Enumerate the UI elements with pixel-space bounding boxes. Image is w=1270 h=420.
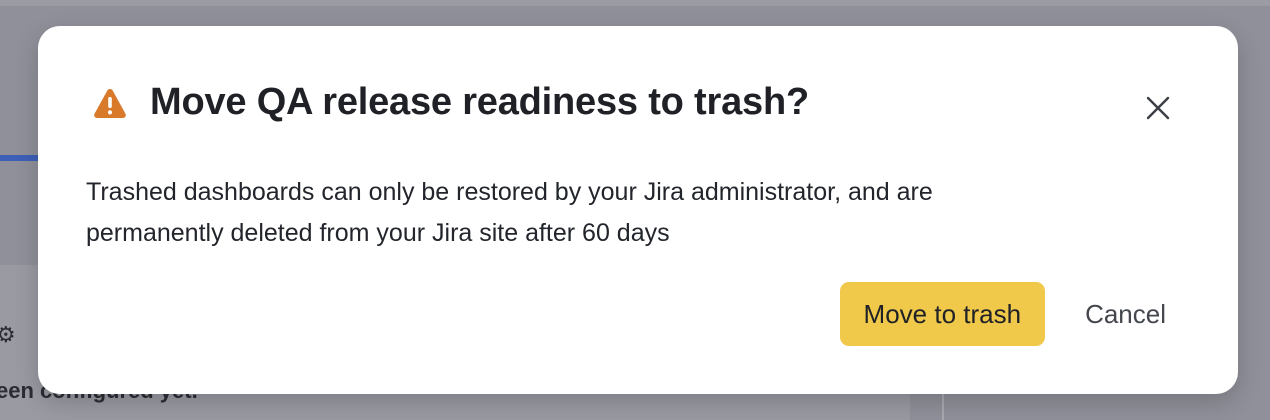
background-header-strip	[0, 0, 1270, 6]
page-backdrop: ⚙ een configured yet. Move QA release re…	[0, 0, 1270, 420]
dialog-footer: Move to trash Cancel	[839, 282, 1180, 346]
background-accent-bar	[0, 155, 40, 161]
background-divider	[942, 390, 944, 420]
dialog-message-line-1: Trashed dashboards can only be restored …	[86, 178, 933, 206]
close-icon	[1146, 96, 1170, 120]
background-gear-icon: ⚙	[0, 322, 16, 347]
dialog-message-line-2: permanently deleted from your Jira site …	[86, 219, 670, 247]
close-button[interactable]	[1138, 88, 1178, 128]
dialog-title: Move QA release readiness to trash?	[150, 81, 809, 123]
dialog-message: Trashed dashboards can only be restored …	[86, 172, 1166, 254]
trash-confirmation-dialog: Move QA release readiness to trash? Tras…	[38, 26, 1238, 394]
move-to-trash-button[interactable]: Move to trash	[839, 282, 1046, 346]
dialog-header: Move QA release readiness to trash?	[92, 81, 809, 124]
cancel-button[interactable]: Cancel	[1071, 282, 1180, 346]
warning-icon	[92, 86, 128, 120]
